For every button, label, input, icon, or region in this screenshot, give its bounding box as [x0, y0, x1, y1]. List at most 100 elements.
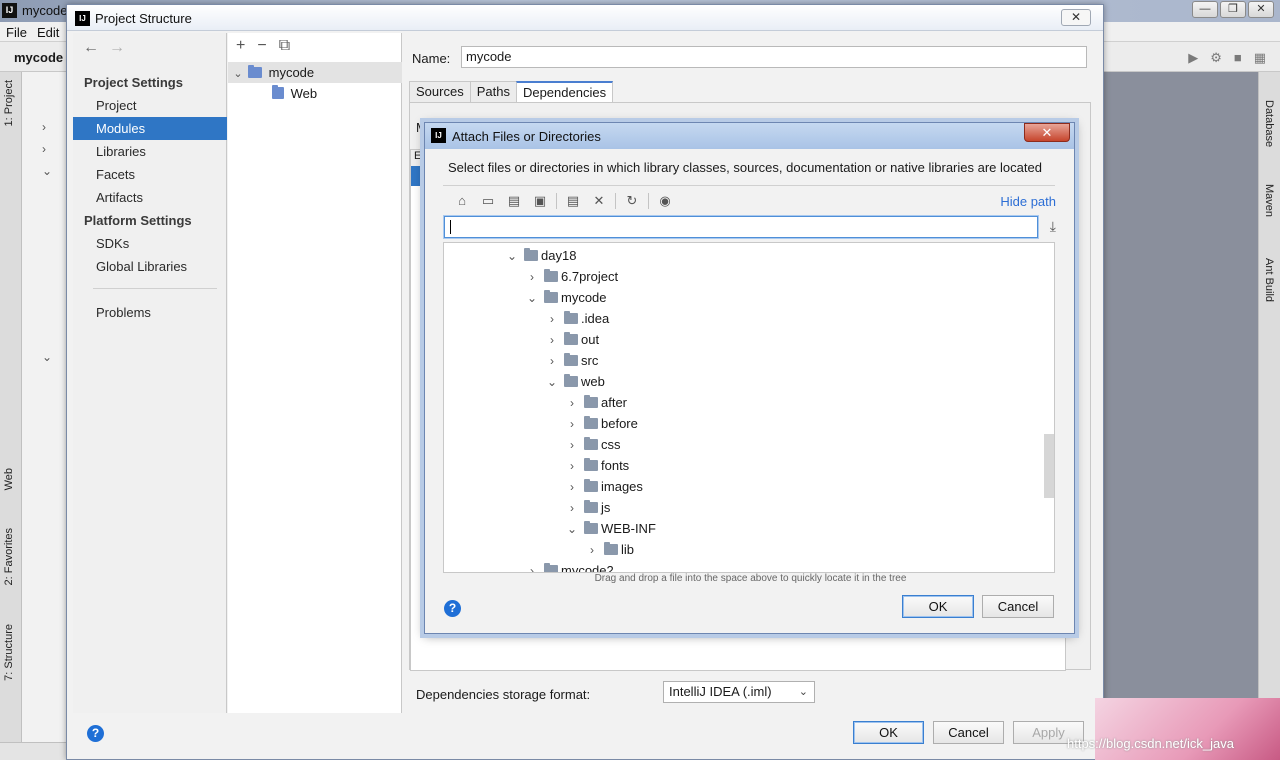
- chevron-right-icon[interactable]: ›: [564, 498, 580, 519]
- chevron-down-icon[interactable]: ⌄: [564, 519, 580, 540]
- tree-row[interactable]: ⌄ mycode: [444, 287, 1044, 308]
- nav-item-modules[interactable]: Modules: [73, 117, 227, 140]
- close-icon[interactable]: ✕: [1248, 1, 1274, 18]
- nav-item-libraries[interactable]: Libraries: [73, 140, 227, 163]
- tree-row[interactable]: › lib: [444, 539, 1044, 560]
- chevron-right-icon[interactable]: ›: [564, 393, 580, 414]
- structure-icon[interactable]: ▦: [1254, 50, 1266, 66]
- chevron-right-icon[interactable]: ›: [524, 267, 540, 288]
- tree-row[interactable]: › images: [444, 476, 1044, 497]
- chevron-down-icon[interactable]: ⌄: [544, 372, 560, 393]
- chevron-right-icon[interactable]: ›: [524, 561, 540, 572]
- tool-tab-database[interactable]: Database: [1263, 100, 1275, 147]
- run-icon[interactable]: ▶: [1188, 50, 1198, 66]
- tree-row[interactable]: ⌄ day18: [444, 245, 1044, 266]
- chevron-down-icon[interactable]: ⌄: [42, 350, 52, 364]
- file-tree[interactable]: › mycode2 › lib ⌄ WEB-INF › js › images › fonts › css…: [443, 242, 1055, 573]
- nav-item-global-libraries[interactable]: Global Libraries: [73, 255, 227, 278]
- toolbar-project-name[interactable]: mycode: [14, 50, 63, 65]
- chevron-down-icon[interactable]: ⌄: [228, 64, 248, 85]
- tab-paths[interactable]: Paths: [469, 81, 517, 102]
- delete-icon[interactable]: ✕: [586, 193, 612, 209]
- module-row-web[interactable]: Web: [228, 83, 402, 104]
- tool-tab-web[interactable]: Web: [3, 468, 15, 490]
- chevron-right-icon[interactable]: ›: [564, 456, 580, 477]
- tree-row[interactable]: › fonts: [444, 455, 1044, 476]
- chevron-right-icon[interactable]: ›: [42, 120, 46, 134]
- tree-row[interactable]: › mycode2: [444, 560, 1044, 572]
- cancel-button[interactable]: Cancel: [933, 721, 1004, 744]
- tree-row[interactable]: ⌄ WEB-INF: [444, 518, 1044, 539]
- folder-icon: [584, 437, 598, 450]
- minimize-icon[interactable]: —: [1192, 1, 1218, 18]
- path-input[interactable]: [444, 216, 1038, 238]
- chevron-right-icon[interactable]: ›: [584, 540, 600, 561]
- tree-row[interactable]: › src: [444, 350, 1044, 371]
- nav-item-sdks[interactable]: SDKs: [73, 232, 227, 255]
- help-icon[interactable]: ?: [444, 600, 461, 617]
- ok-button[interactable]: OK: [853, 721, 924, 744]
- remove-icon[interactable]: −: [257, 37, 266, 54]
- tree-row[interactable]: ⌄ web: [444, 371, 1044, 392]
- intellij-logo-icon: IJ: [2, 3, 17, 18]
- nav-item-project[interactable]: Project: [73, 94, 227, 117]
- tool-tab-favorites[interactable]: 2: Favorites: [3, 528, 15, 585]
- tree-row[interactable]: › js: [444, 497, 1044, 518]
- menu-file[interactable]: File: [6, 25, 27, 40]
- tree-scrollbar[interactable]: [1044, 434, 1054, 498]
- tree-row[interactable]: › after: [444, 392, 1044, 413]
- stop-icon[interactable]: ■: [1234, 50, 1242, 66]
- show-hidden-icon[interactable]: ◉: [652, 193, 678, 209]
- ide-window-title: mycode: [22, 3, 68, 18]
- tab-sources[interactable]: Sources: [409, 81, 471, 102]
- forward-arrow-icon[interactable]: →: [109, 39, 125, 56]
- help-icon[interactable]: ?: [87, 725, 104, 742]
- nav-item-problems[interactable]: Problems: [73, 301, 227, 324]
- download-icon[interactable]: ⤓: [1050, 218, 1056, 235]
- chevron-down-icon[interactable]: ⌄: [42, 164, 52, 178]
- chevron-right-icon[interactable]: ›: [42, 142, 46, 156]
- storage-format-select[interactable]: IntelliJ IDEA (.iml) ⌄: [663, 681, 815, 703]
- chevron-down-icon[interactable]: ⌄: [524, 288, 540, 309]
- chevron-right-icon[interactable]: ›: [544, 309, 560, 330]
- chevron-down-icon[interactable]: ⌄: [504, 246, 520, 267]
- chevron-right-icon[interactable]: ›: [544, 330, 560, 351]
- module-label: Web: [290, 86, 318, 101]
- chevron-right-icon[interactable]: ›: [564, 435, 580, 456]
- nav-item-facets[interactable]: Facets: [73, 163, 227, 186]
- tree-row[interactable]: › .idea: [444, 308, 1044, 329]
- tool-tab-project[interactable]: 1: Project: [3, 80, 15, 126]
- module-folder-icon[interactable]: ▣: [527, 193, 553, 209]
- tool-tab-structure[interactable]: 7: Structure: [3, 624, 15, 681]
- chevron-right-icon[interactable]: ›: [564, 414, 580, 435]
- back-arrow-icon[interactable]: ←: [83, 39, 99, 56]
- tree-row[interactable]: › 6.7project: [444, 266, 1044, 287]
- tree-row[interactable]: › out: [444, 329, 1044, 350]
- nav-item-artifacts[interactable]: Artifacts: [73, 186, 227, 209]
- chevron-right-icon[interactable]: ›: [564, 477, 580, 498]
- tool-tab-maven[interactable]: Maven: [1263, 184, 1275, 217]
- new-folder-icon[interactable]: ▤: [560, 193, 586, 209]
- tab-dependencies[interactable]: Dependencies: [515, 81, 614, 102]
- close-icon[interactable]: ✕: [1024, 123, 1070, 142]
- module-row-mycode[interactable]: ⌄ mycode: [228, 62, 402, 83]
- desktop-icon[interactable]: ▭: [475, 193, 501, 209]
- tree-row[interactable]: › before: [444, 413, 1044, 434]
- add-icon[interactable]: +: [236, 37, 245, 54]
- menu-edit[interactable]: Edit: [37, 25, 59, 40]
- refresh-icon[interactable]: ↻: [619, 193, 645, 209]
- tree-row[interactable]: › css: [444, 434, 1044, 455]
- storage-format-value: IntelliJ IDEA (.iml): [669, 684, 772, 699]
- tool-tab-ant-build[interactable]: Ant Build: [1263, 258, 1275, 302]
- close-icon[interactable]: ✕: [1061, 9, 1091, 26]
- ok-button[interactable]: OK: [902, 595, 974, 618]
- home-icon[interactable]: ⌂: [449, 193, 475, 209]
- cancel-button[interactable]: Cancel: [982, 595, 1054, 618]
- maximize-icon[interactable]: ❐: [1220, 1, 1246, 18]
- project-folder-icon[interactable]: ▤: [501, 193, 527, 209]
- debug-icon[interactable]: ⚙: [1210, 50, 1222, 66]
- hide-path-link[interactable]: Hide path: [1000, 194, 1056, 209]
- module-name-input[interactable]: mycode: [461, 46, 1087, 68]
- copy-icon[interactable]: ⧉: [279, 37, 290, 54]
- chevron-right-icon[interactable]: ›: [544, 351, 560, 372]
